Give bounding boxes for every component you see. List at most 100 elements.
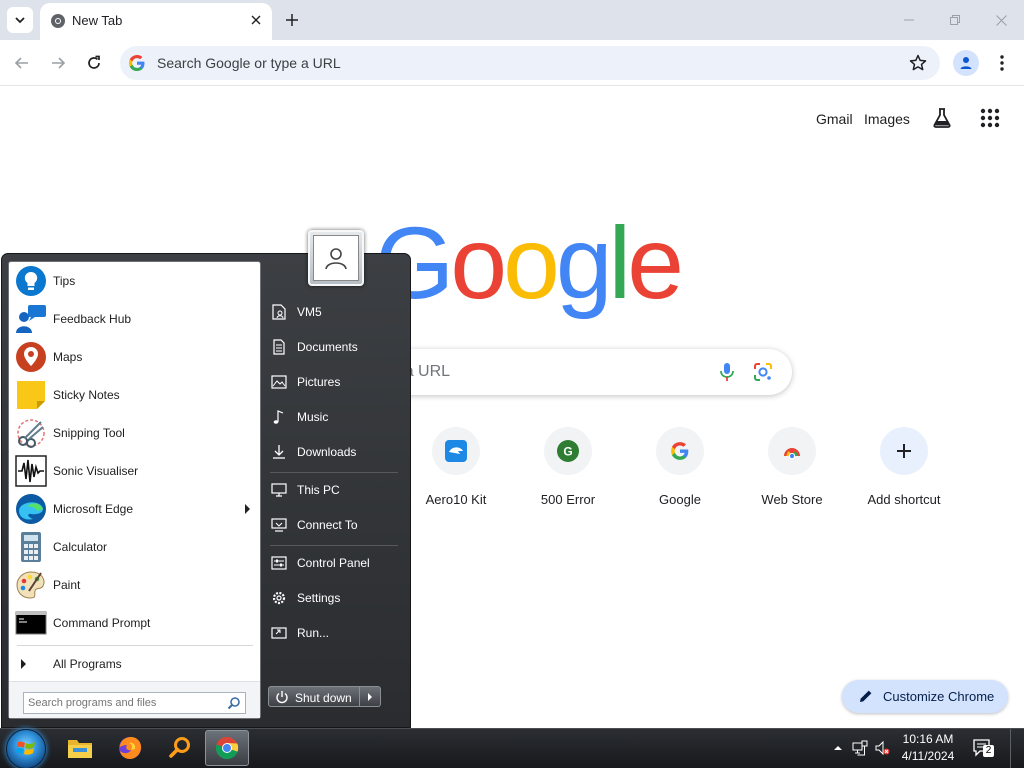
shut-down-options-button[interactable]: [360, 686, 381, 707]
shortcut-label: Google: [659, 492, 701, 507]
arrow-right-icon: [21, 659, 26, 669]
close-window-button[interactable]: [987, 6, 1015, 34]
place-downloads[interactable]: Downloads: [265, 438, 401, 466]
volume-muted-icon[interactable]: [874, 740, 890, 756]
start-button[interactable]: [6, 729, 46, 768]
start-search-box[interactable]: [23, 692, 246, 714]
start-search-input[interactable]: [28, 695, 218, 711]
logo-letter: l: [608, 206, 632, 320]
snipping-tool-icon: [17, 419, 45, 448]
web-store-icon: [784, 448, 800, 460]
logo-letter: e: [627, 206, 684, 320]
close-icon: [995, 14, 1007, 26]
firefox-icon: [119, 737, 142, 759]
minimize-button[interactable]: [895, 6, 923, 34]
place-music[interactable]: Music: [265, 403, 401, 431]
connect-icon: [271, 518, 287, 532]
place-settings[interactable]: Settings: [265, 584, 401, 612]
all-programs-button[interactable]: All Programs: [9, 651, 260, 677]
program-microsoft-edge[interactable]: Microsoft Edge: [9, 490, 260, 528]
tab-title: New Tab: [72, 13, 123, 28]
place-pictures[interactable]: Pictures: [265, 368, 401, 396]
show-hidden-icons-icon[interactable]: [830, 740, 846, 756]
program-tips[interactable]: Tips: [9, 262, 260, 300]
labs-flask-icon[interactable]: [930, 106, 954, 130]
shortcut-google[interactable]: Google: [624, 427, 736, 517]
sticky-notes-icon: [17, 381, 45, 409]
chrome-menu-button[interactable]: [992, 51, 1012, 75]
separator: [270, 545, 398, 546]
apps-grid-icon[interactable]: [978, 106, 1002, 130]
show-desktop-button[interactable]: [1010, 729, 1024, 768]
reload-button[interactable]: [81, 50, 107, 76]
program-paint[interactable]: Paint: [9, 566, 260, 604]
program-maps[interactable]: Maps: [9, 338, 260, 376]
program-sticky-notes[interactable]: Sticky Notes: [9, 376, 260, 414]
settings-gear-icon: [272, 591, 286, 605]
feedback-hub-icon: [16, 305, 46, 333]
tab-search-button[interactable]: [7, 7, 33, 33]
profile-button[interactable]: [953, 50, 979, 76]
place-control-panel[interactable]: Control Panel: [265, 549, 401, 577]
place-user-folder[interactable]: VM5: [265, 298, 401, 326]
program-label: Maps: [53, 350, 83, 364]
taskbar-search[interactable]: [158, 730, 202, 766]
place-run[interactable]: Run...: [265, 619, 401, 647]
program-sonic-visualiser[interactable]: Sonic Visualiser: [9, 452, 260, 490]
place-label: Downloads: [297, 445, 357, 459]
google-g-icon: [671, 442, 689, 460]
shut-down-label: Shut down: [295, 691, 352, 705]
forward-button[interactable]: [45, 50, 71, 76]
separator: [270, 472, 398, 473]
gmail-link[interactable]: Gmail: [816, 111, 853, 127]
taskbar-file-explorer[interactable]: [58, 730, 102, 766]
shortcut-add[interactable]: Add shortcut: [848, 427, 960, 517]
run-icon: [271, 627, 287, 639]
network-icon[interactable]: [852, 740, 868, 756]
customize-chrome-button[interactable]: Customize Chrome: [842, 680, 1008, 713]
program-label: Paint: [53, 578, 81, 592]
notification-count-badge: 2: [983, 745, 994, 757]
program-snipping-tool[interactable]: Snipping Tool: [9, 414, 260, 452]
search-icon[interactable]: [227, 696, 241, 710]
action-center-button[interactable]: 2: [972, 738, 994, 758]
place-documents[interactable]: Documents: [265, 333, 401, 361]
google-lens-icon[interactable]: [752, 361, 774, 383]
shut-down-button[interactable]: Shut down: [268, 686, 360, 707]
place-connect-to[interactable]: Connect To: [265, 511, 401, 539]
restore-button[interactable]: [941, 6, 969, 34]
submenu-arrow-icon[interactable]: [245, 504, 250, 514]
program-feedback-hub[interactable]: Feedback Hub: [9, 300, 260, 338]
chevron-down-icon: [15, 17, 25, 24]
program-label: Calculator: [53, 540, 108, 554]
user-folder-icon: [272, 304, 286, 320]
program-calculator[interactable]: Calculator: [9, 528, 260, 566]
shortcut-aero10-kit[interactable]: Aero10 Kit: [400, 427, 512, 517]
tab-new-tab[interactable]: New Tab: [40, 3, 272, 40]
place-label: VM5: [297, 305, 322, 319]
separator: [17, 645, 253, 646]
start-menu-programs-pane: Tips Feedback Hub Maps Sticky Notes Snip…: [8, 261, 261, 719]
place-this-pc[interactable]: This PC: [265, 476, 401, 504]
shortcut-icon-circle: [880, 427, 928, 475]
microphone-icon[interactable]: [716, 361, 738, 383]
program-command-prompt[interactable]: Command Prompt: [9, 604, 260, 642]
shortcut-web-store[interactable]: Web Store: [736, 427, 848, 517]
magnifier-icon: [169, 737, 190, 758]
omnibox[interactable]: Search Google or type a URL: [120, 46, 940, 80]
new-tab-button[interactable]: [280, 8, 304, 32]
tab-close-button[interactable]: [246, 10, 266, 30]
shortcut-500-error[interactable]: G 500 Error: [512, 427, 624, 517]
computer-icon: [271, 483, 287, 497]
shortcut-icon-circle: [768, 427, 816, 475]
place-label: This PC: [297, 483, 340, 497]
program-label: Microsoft Edge: [53, 502, 134, 516]
taskbar-firefox[interactable]: [108, 730, 152, 766]
taskbar-chrome[interactable]: [205, 730, 249, 766]
user-account-picture[interactable]: [308, 230, 364, 286]
bookmark-star-icon[interactable]: [908, 53, 928, 73]
back-button[interactable]: [9, 50, 35, 76]
more-vertical-icon: [1000, 55, 1004, 71]
system-clock[interactable]: 10:16 AM 4/11/2024: [893, 731, 963, 765]
images-link[interactable]: Images: [864, 111, 910, 127]
